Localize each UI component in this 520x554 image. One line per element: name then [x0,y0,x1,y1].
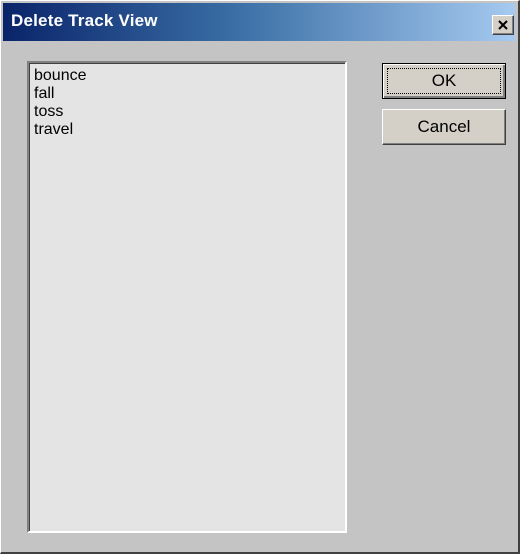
window-title: Delete Track View [11,11,158,30]
delete-track-view-dialog: Delete Track View bounce fall toss trave… [0,0,520,554]
list-item[interactable]: travel [34,121,345,139]
focus-rectangle [387,68,501,94]
track-view-list[interactable]: bounce fall toss travel [27,61,347,533]
list-item[interactable]: bounce [34,67,345,85]
cancel-button-label: Cancel [417,117,471,136]
ok-button[interactable]: OK [382,63,506,99]
close-icon [498,20,508,30]
list-item[interactable]: fall [34,85,345,103]
title-bar[interactable]: Delete Track View [3,3,515,41]
list-item[interactable]: toss [34,103,345,121]
close-button[interactable] [492,15,514,35]
cancel-button[interactable]: Cancel [382,109,506,145]
